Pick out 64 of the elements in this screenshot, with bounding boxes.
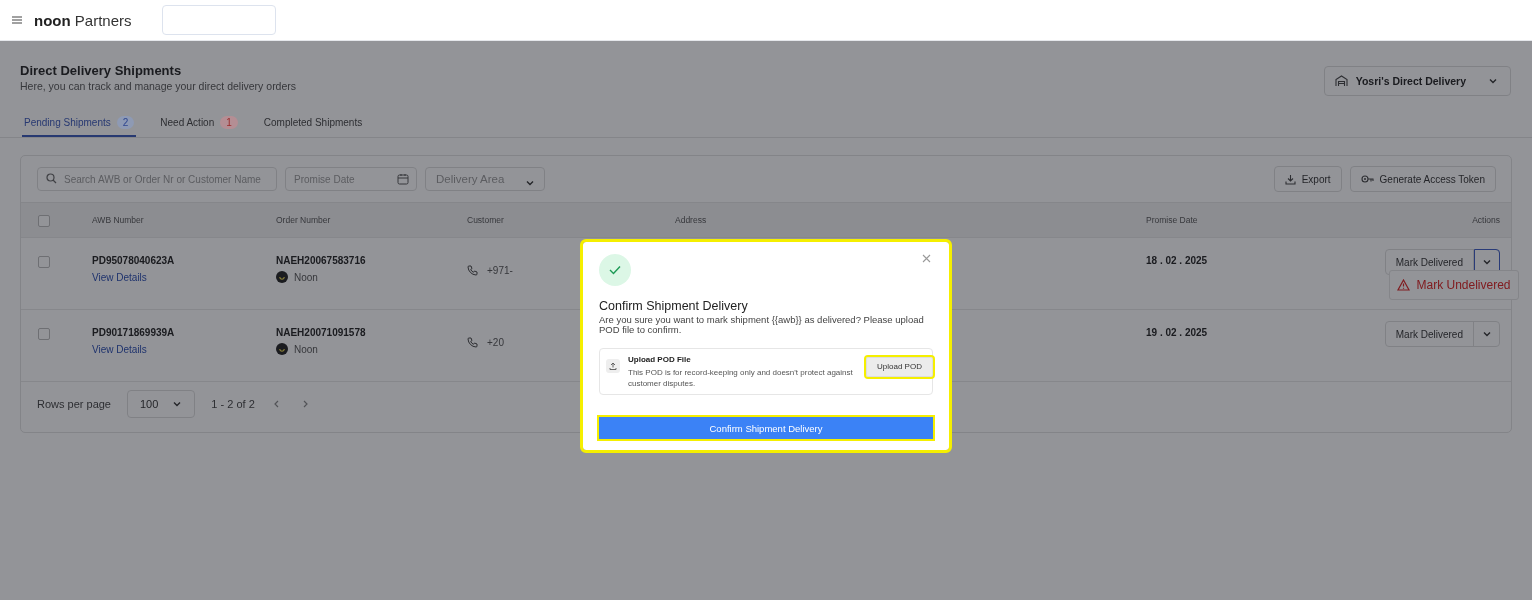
store-icon <box>1334 75 1348 87</box>
promise-date: 19 . 02 . 2025 <box>1146 327 1209 338</box>
tab[interactable]: Completed Shipments <box>261 112 365 137</box>
column-header: Order Number <box>276 215 331 225</box>
column-header: Customer <box>467 215 504 225</box>
awb-number: PD90171869939A <box>92 327 176 338</box>
logo: noon Partners <box>34 11 132 29</box>
store-selector[interactable]: Yosri's Direct Delivery <box>1323 66 1511 96</box>
menu-icon[interactable] <box>12 16 22 24</box>
chevron-left-icon <box>272 399 281 409</box>
seller-name: Noon <box>294 343 318 355</box>
rows-per-page-dropdown[interactable]: 100 <box>127 390 196 418</box>
view-details-link[interactable]: View Details <box>92 272 147 283</box>
download-icon <box>1284 173 1296 185</box>
order-number: NAEH20071091578 <box>276 327 367 338</box>
row-checkbox[interactable] <box>38 328 50 340</box>
column-header: Address <box>675 215 707 225</box>
column-header: AWB Number <box>92 215 144 225</box>
select-all-checkbox[interactable] <box>38 214 50 227</box>
customer-phone: +20 <box>487 337 504 348</box>
close-button[interactable] <box>920 252 933 265</box>
view-details-link[interactable]: View Details <box>92 344 147 355</box>
upload-note: This POD is for record-keeping only and doesn't protect against customer disputes. <box>628 367 854 390</box>
warning-icon <box>1397 279 1411 291</box>
chevron-down-icon <box>525 178 535 188</box>
chevron-down-icon <box>1482 257 1492 267</box>
count-badge: 1 <box>220 116 238 129</box>
dialog-title: Confirm Shipment Delivery <box>599 299 749 313</box>
chevron-down-icon <box>172 399 183 409</box>
account-selector[interactable] <box>161 5 276 35</box>
seller-logo-icon <box>276 343 288 355</box>
order-number: NAEH20067583716 <box>276 255 367 266</box>
confirm-delivery-button[interactable]: Confirm Shipment Delivery <box>599 417 933 439</box>
upload-icon <box>606 358 620 373</box>
seller-logo-icon <box>276 271 288 283</box>
page-range: 1 - 2 of 2 <box>211 398 255 410</box>
upload-title: Upload POD File <box>628 354 692 364</box>
tab[interactable]: Need Action 1 <box>158 112 240 137</box>
chevron-down-icon <box>1482 329 1492 339</box>
check-icon <box>599 254 631 286</box>
calendar-icon <box>397 173 409 185</box>
page-subtitle: Here, you can track and manage your direct delivery orders <box>20 80 297 92</box>
phone-icon <box>467 337 478 348</box>
count-badge: 2 <box>116 116 135 129</box>
dialog-message: Are you sure you want to mark shipment {{awb}} as delivered? Please upload POD file to confirm. <box>599 315 925 336</box>
upload-pod-button[interactable]: Upload POD <box>866 356 933 377</box>
chevron-down-icon <box>1488 76 1498 86</box>
awb-number: PD95078040623A <box>92 255 176 266</box>
key-icon <box>1360 174 1374 184</box>
page-title: Direct Delivery Shipments <box>20 63 183 78</box>
generate-token-button[interactable]: Generate Access Token <box>1349 166 1496 192</box>
mark-delivered-button[interactable]: Mark Delivered <box>1385 322 1474 346</box>
export-button[interactable]: Export <box>1273 166 1342 192</box>
customer-phone: +971- <box>487 265 513 276</box>
promise-date: 18 . 02 . 2025 <box>1146 255 1209 266</box>
rows-per-page-label: Rows per page <box>37 398 111 410</box>
search-icon <box>46 173 57 184</box>
mark-undelivered-menu-item[interactable]: Mark Undelivered <box>1389 270 1519 300</box>
seller-name: Noon <box>294 271 318 283</box>
phone-icon <box>467 265 478 276</box>
row-checkbox[interactable] <box>38 256 50 268</box>
tab[interactable]: Pending Shipments 2 <box>22 112 137 137</box>
column-header: Actions <box>1472 215 1500 225</box>
column-header: Promise Date <box>1146 215 1198 225</box>
